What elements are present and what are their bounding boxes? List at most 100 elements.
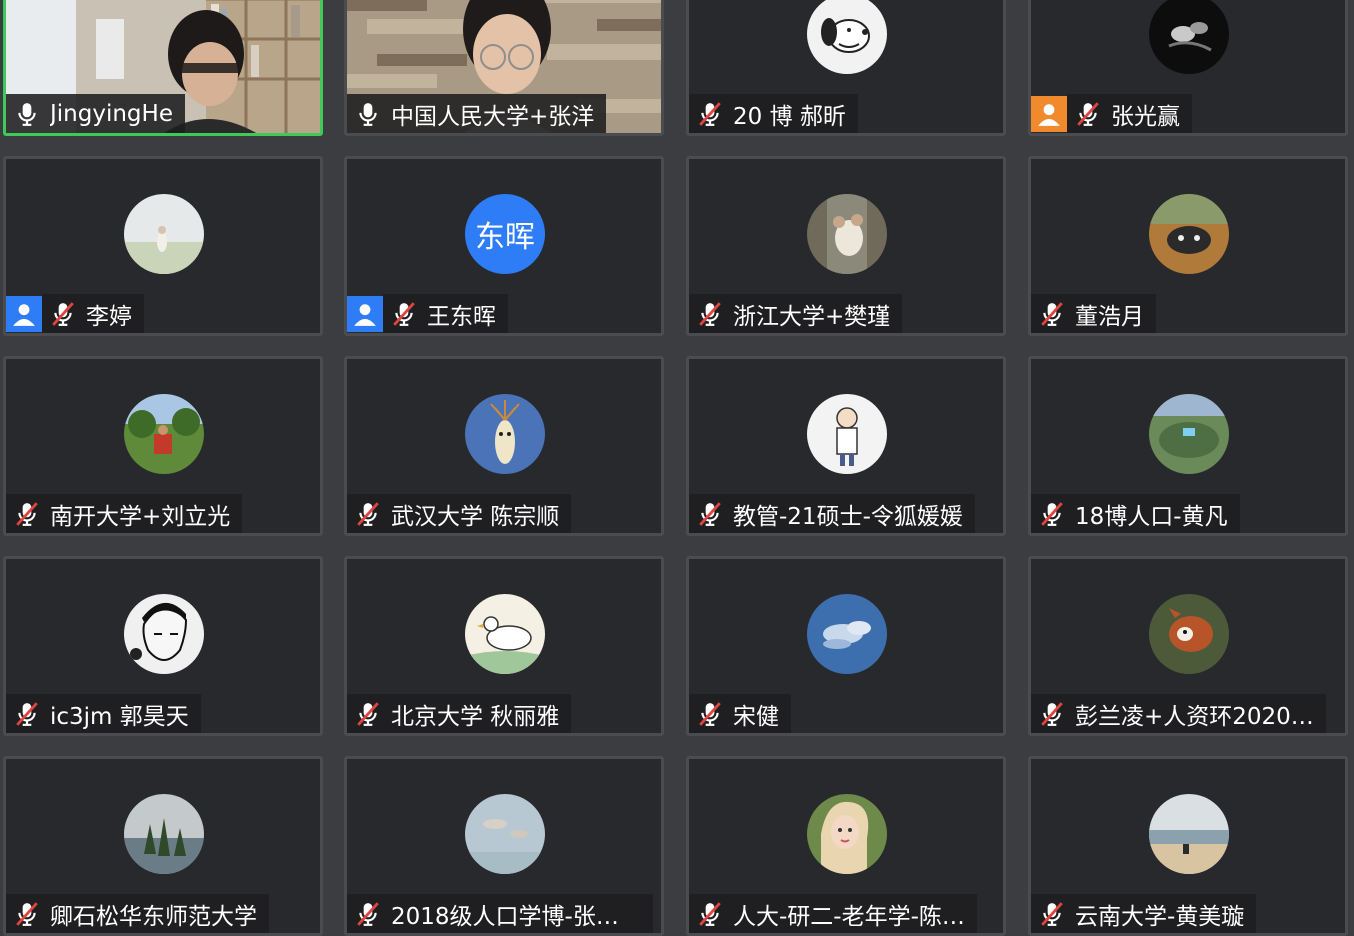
participant-name: 2018级人口学博-张晓倩 [391,903,641,930]
participant-tile[interactable]: 董浩月 [1028,156,1348,336]
participant-name: 彭兰凌+人资环2020… [1075,703,1314,730]
avatar [465,594,545,674]
microphone-muted-icon [1073,99,1103,129]
participant-name: 武汉大学 陈宗顺 [391,503,560,530]
microphone-icon [12,99,42,129]
nameplate: 王东晖 [347,294,508,333]
participant-name: 宋健 [733,703,779,730]
nameplate: 20 博 郝昕 [689,94,858,133]
nameplate: 董浩月 [1031,294,1156,333]
nameplate: 2018级人口学博-张晓倩 [347,894,653,933]
participant-tile[interactable]: 20 博 郝昕 [686,0,1006,136]
participant-tile[interactable]: 彭兰凌+人资环2020… [1028,556,1348,736]
nameplate: 18博人口-黄凡 [1031,494,1240,533]
microphone-muted-icon [695,299,725,329]
microphone-muted-icon [695,699,725,729]
participant-tile[interactable]: 北京大学 秋丽雅 [344,556,664,736]
nameplate: 彭兰凌+人资环2020… [1031,694,1326,733]
participant-name: 卿石松华东师范大学 [50,903,257,930]
avatar [124,194,204,274]
microphone-muted-icon [1037,899,1067,929]
user-icon [1031,95,1067,132]
avatar [807,794,887,874]
user-icon [6,295,42,332]
microphone-muted-icon [12,699,42,729]
user-icon [347,295,383,332]
nameplate: 教管-21硕士-令狐媛媛 [689,494,975,533]
microphone-muted-icon [695,499,725,529]
avatar [465,394,545,474]
microphone-muted-icon [12,499,42,529]
nameplate: 南开大学+刘立光 [6,494,243,533]
participant-tile[interactable]: 卿石松华东师范大学 [3,756,323,936]
nameplate: 卿石松华东师范大学 [6,894,269,933]
nameplate: 云南大学-黄美璇 [1031,894,1257,933]
avatar [807,0,887,74]
avatar [1149,394,1229,474]
participant-tile[interactable]: 张光赢 [1028,0,1348,136]
participant-tile[interactable]: 李婷 [3,156,323,336]
microphone-icon [353,99,383,129]
participant-name: 中国人民大学+张洋 [391,103,595,130]
participant-tile[interactable]: 云南大学-黄美璇 [1028,756,1348,936]
participant-tile[interactable]: 中国人民大学+张洋 [344,0,664,136]
participant-name: 南开大学+刘立光 [50,503,231,530]
participant-name: 王东晖 [427,303,496,330]
microphone-muted-icon [1037,699,1067,729]
avatar [124,594,204,674]
avatar [1149,794,1229,874]
participant-name: 北京大学 秋丽雅 [391,703,560,730]
participant-tile[interactable]: 武汉大学 陈宗顺 [344,356,664,536]
nameplate: 李婷 [6,294,144,333]
participant-tile[interactable]: 浙江大学+樊瑾 [686,156,1006,336]
participant-name: 20 博 郝昕 [733,103,846,130]
microphone-muted-icon [48,299,78,329]
avatar [1149,0,1229,74]
avatar [1149,594,1229,674]
avatar-initials: 东晖 [465,194,545,274]
participant-name: 张光赢 [1111,103,1180,130]
participant-name: 18博人口-黄凡 [1075,503,1228,530]
avatar [807,594,887,674]
nameplate: 北京大学 秋丽雅 [347,694,572,733]
participant-tile[interactable]: 南开大学+刘立光 [3,356,323,536]
avatar [124,394,204,474]
participant-tile[interactable]: 2018级人口学博-张晓倩 [344,756,664,936]
nameplate: 张光赢 [1031,94,1192,133]
microphone-muted-icon [12,899,42,929]
nameplate: 浙江大学+樊瑾 [689,294,903,333]
participant-tile[interactable]: 东晖 王东晖 [344,156,664,336]
participant-name: 浙江大学+樊瑾 [733,303,891,330]
participant-name: 董浩月 [1075,303,1144,330]
nameplate: 人大-研二-老年学-陈… [689,894,977,933]
microphone-muted-icon [389,299,419,329]
avatar [807,194,887,274]
nameplate: 武汉大学 陈宗顺 [347,494,572,533]
nameplate: ic3jm 郭昊天 [6,694,201,733]
participant-tile[interactable]: 18博人口-黄凡 [1028,356,1348,536]
participant-tile[interactable]: ic3jm 郭昊天 [3,556,323,736]
microphone-muted-icon [353,699,383,729]
microphone-muted-icon [695,99,725,129]
participant-tile[interactable]: 人大-研二-老年学-陈… [686,756,1006,936]
participant-name: 云南大学-黄美璇 [1075,903,1245,930]
microphone-muted-icon [353,899,383,929]
nameplate: 中国人民大学+张洋 [347,94,607,133]
participant-name: ic3jm 郭昊天 [50,703,189,730]
participant-name: 教管-21硕士-令狐媛媛 [733,503,963,530]
avatar [465,794,545,874]
participant-tile[interactable]: 宋健 [686,556,1006,736]
nameplate: JingyingHe [6,94,185,133]
avatar [124,794,204,874]
participant-tile[interactable]: 教管-21硕士-令狐媛媛 [686,356,1006,536]
avatar [1149,194,1229,274]
participant-name: 人大-研二-老年学-陈… [733,903,965,930]
microphone-muted-icon [1037,499,1067,529]
microphone-muted-icon [1037,299,1067,329]
nameplate: 宋健 [689,694,791,733]
participant-name: 李婷 [86,303,132,330]
participant-tile-jingyinghe[interactable]: JingyingHe [3,0,323,136]
avatar [807,394,887,474]
participant-name: JingyingHe [50,100,173,127]
microphone-muted-icon [695,899,725,929]
